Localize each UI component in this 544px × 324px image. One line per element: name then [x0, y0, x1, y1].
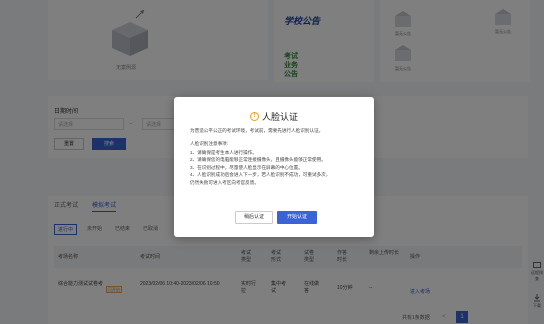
- note-item: 1、请确保是考生本人进行操作。: [190, 150, 257, 155]
- note-item: 3、在识别过程中，尽量使人脸显示在屏幕的中心位置。: [190, 164, 303, 170]
- later-auth-button[interactable]: 稍后认证: [235, 211, 273, 224]
- notes-list: 1、请确保是考生本人进行操作。 2、请确保您的电脑能够正常连接摄像头，且摄像头能…: [190, 149, 366, 186]
- note-item: 4、人脸识别成功后会进入下一步，若人脸识别不成功，可重试多次，: [190, 172, 331, 178]
- dialog-intro: 为营造公平公正的考试环境，考试前，需要先进行人脸识别认证。: [190, 128, 324, 133]
- note-item: 2、请确保您的电脑能够正常连接摄像头，且摄像头能够正常使用。: [190, 157, 326, 163]
- note-item: 仍然失败可进入考区向考官反馈。: [190, 179, 259, 185]
- start-auth-button[interactable]: 开始认证: [277, 211, 317, 224]
- dialog-title: 人脸认证: [261, 111, 298, 122]
- dialog-header: ! 人脸认证: [174, 110, 374, 122]
- warning-icon: !: [249, 111, 259, 121]
- face-auth-dialog: ! 人脸认证 为营造公平公正的考试环境，考试前，需要先进行人脸识别认证。 人脸识…: [174, 97, 374, 237]
- dialog-notes-heading: 人脸识别注意事项:: [190, 141, 229, 146]
